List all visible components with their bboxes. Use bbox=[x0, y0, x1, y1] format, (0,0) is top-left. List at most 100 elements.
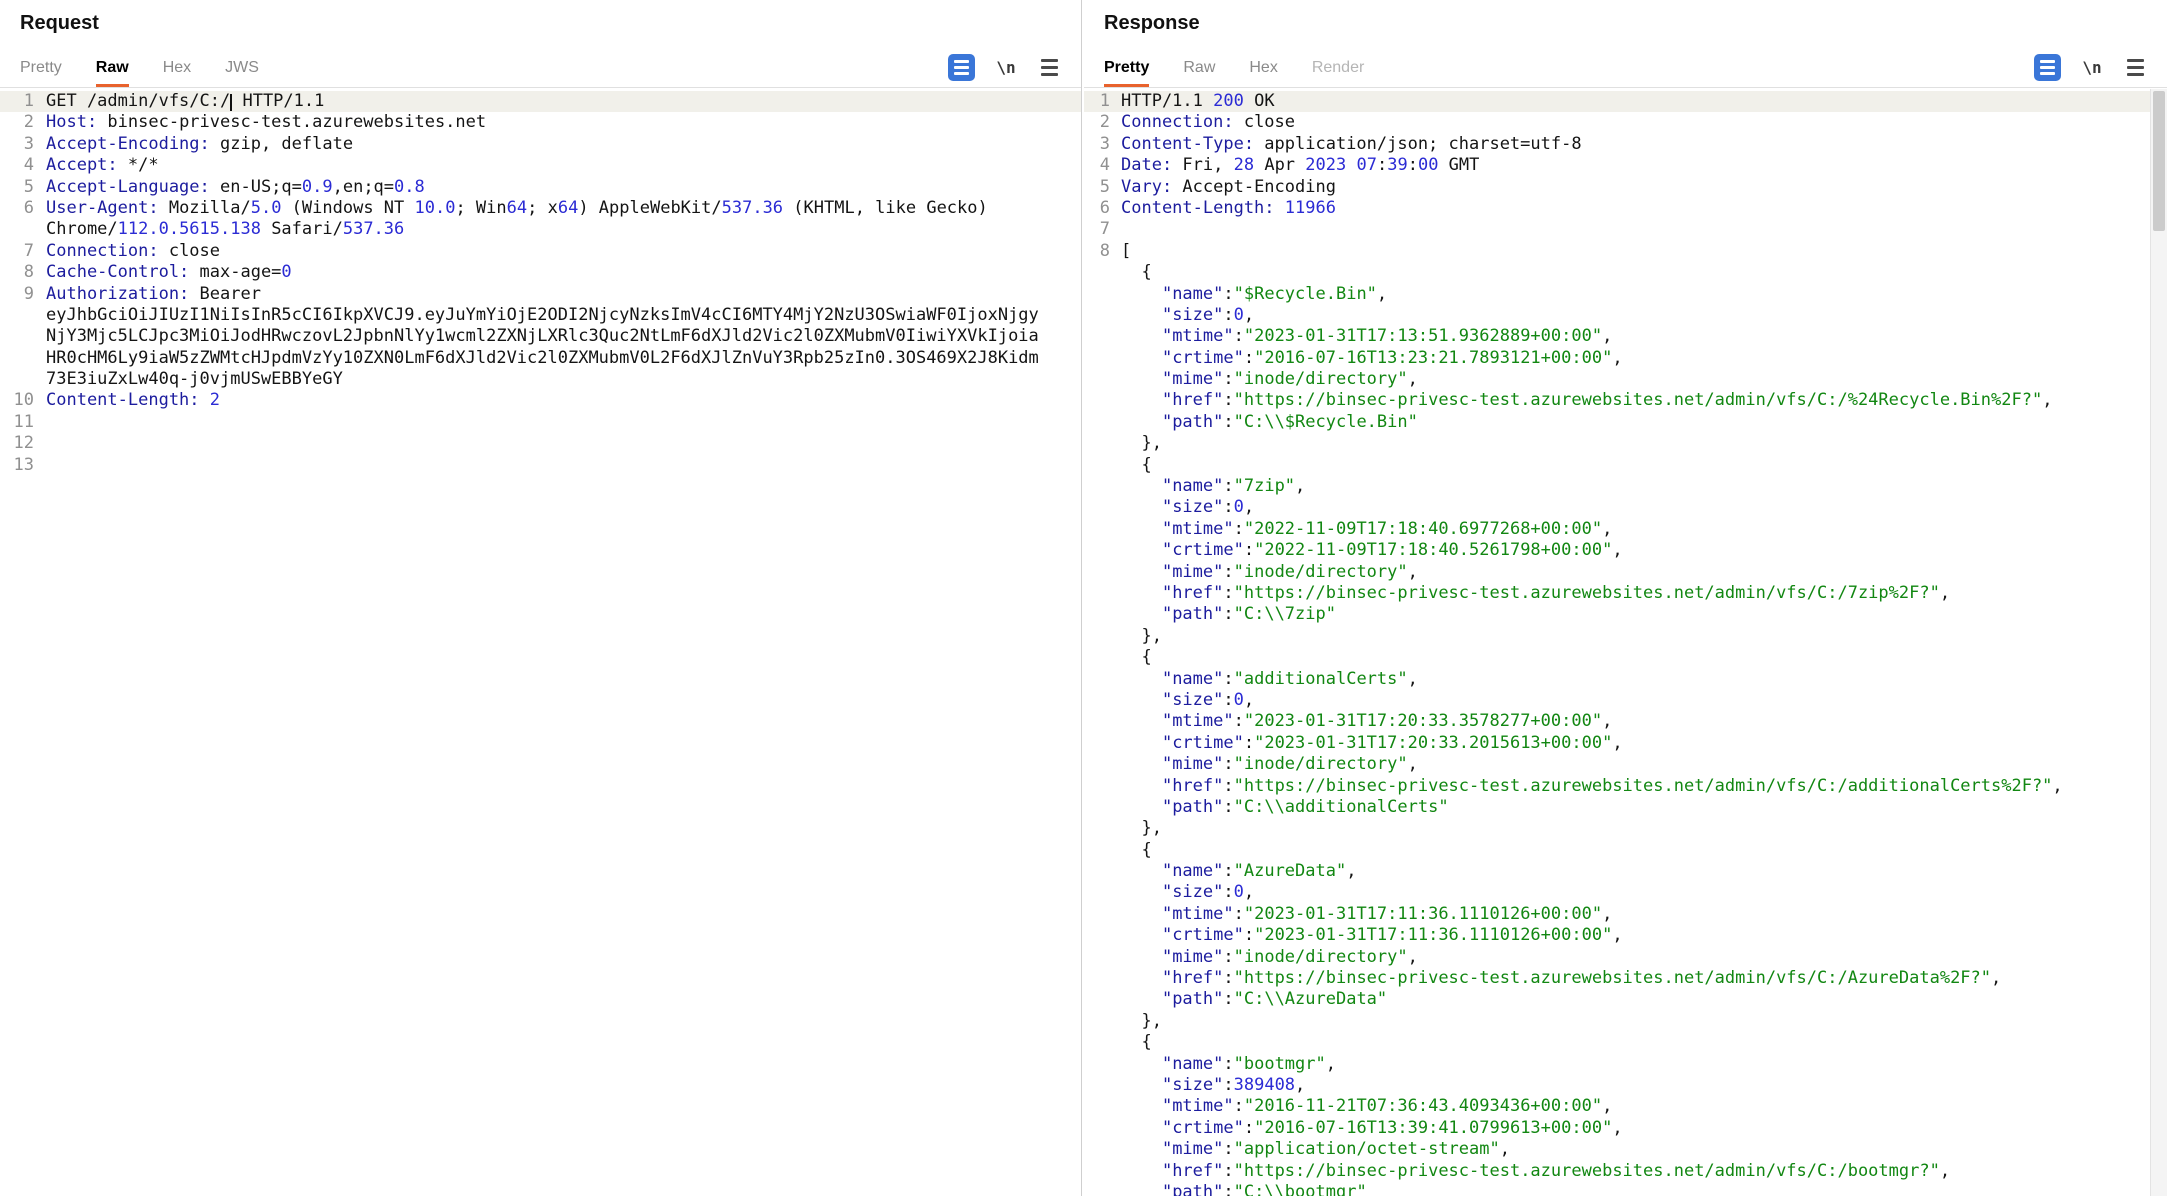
response-scrollbar-thumb[interactable] bbox=[2153, 91, 2165, 231]
code-segment: : bbox=[1233, 1096, 1244, 1117]
code-segment: HR0cHM6Ly9iaW5zZWMtcHJpdmVzYy10ZXN0LmF6d… bbox=[46, 347, 1039, 368]
code-segment: , bbox=[1602, 326, 1613, 347]
code-segment: "mime" bbox=[1161, 561, 1224, 582]
code-segment: 0 bbox=[1233, 882, 1244, 903]
code-segment: Accept: bbox=[46, 155, 118, 176]
code-line: eyJhbGciOiJIUzI1NiIsInR5cCI6IkpXVCJ9.eyJ… bbox=[0, 305, 1081, 326]
line-number: 4 bbox=[1099, 155, 1110, 176]
code-segment: "inode/directory" bbox=[1233, 561, 1408, 582]
code-segment: "https://binsec-privesc-test.azurewebsit… bbox=[1233, 390, 2043, 411]
line-content: Content-Length: 11966 bbox=[1121, 198, 1336, 219]
format-icon[interactable] bbox=[2034, 54, 2061, 81]
line-number bbox=[1084, 497, 1121, 518]
response-title: Response bbox=[1104, 12, 1200, 34]
code-segment: { bbox=[1141, 262, 1152, 283]
code-segment: "C:\\additionalCerts" bbox=[1233, 796, 1449, 817]
editor-menu-icon[interactable] bbox=[1037, 54, 1061, 81]
tab-render[interactable]: Render bbox=[1312, 48, 1364, 87]
response-scrollbar[interactable] bbox=[2150, 89, 2167, 1196]
line-number bbox=[1084, 348, 1121, 369]
code-segment: "inode/directory" bbox=[1233, 754, 1408, 775]
line-content: NjY3Mjc5LCJpc3MiOiJodHRwczovL2JpbnNlYy1w… bbox=[46, 326, 1039, 347]
code-segment: 5.0 bbox=[250, 197, 282, 218]
line-content: "mtime":"2023-01-31T17:20:33.3578277+00:… bbox=[1121, 711, 1612, 732]
code-line: "mtime":"2016-11-21T07:36:43.4093436+00:… bbox=[1084, 1096, 2150, 1117]
request-editor[interactable]: 1 GET /admin/vfs/C:/ HTTP/1.1 2 Host: binse… bbox=[0, 88, 1081, 1196]
code-segment: : bbox=[1223, 390, 1234, 411]
line-content: Accept-Encoding: gzip, deflate bbox=[46, 134, 353, 155]
code-segment: "https://binsec-privesc-test.azurewebsit… bbox=[1233, 1160, 1940, 1181]
code-segment: gzip, deflate bbox=[209, 133, 354, 154]
line-content: "href":"https://binsec-privesc-test.azur… bbox=[1121, 776, 2063, 797]
code-line: 11 bbox=[0, 412, 1081, 433]
code-line: "href":"https://binsec-privesc-test.azur… bbox=[1084, 776, 2150, 797]
line-content: "href":"https://binsec-privesc-test.azur… bbox=[1121, 390, 2052, 411]
code-segment: OK bbox=[1243, 91, 1275, 111]
code-segment: , bbox=[1612, 732, 1623, 753]
line-number: 1 bbox=[23, 91, 34, 111]
line-number bbox=[1084, 733, 1121, 754]
response-panel: Response Pretty Raw Hex Render \n 1 HTTP/1.1… bbox=[1084, 0, 2167, 1196]
line-number bbox=[1084, 968, 1121, 989]
code-line: { bbox=[1084, 840, 2150, 861]
code-segment: , bbox=[1243, 882, 1255, 903]
line-number: 3 bbox=[1099, 133, 1110, 154]
line-number bbox=[1084, 369, 1121, 390]
line-content: Connection: close bbox=[1121, 112, 1295, 133]
newline-toggle-icon[interactable]: \n bbox=[2077, 54, 2107, 81]
code-line: }, bbox=[1084, 1011, 2150, 1032]
editor-menu-icon[interactable] bbox=[2123, 54, 2147, 81]
tab-raw[interactable]: Raw bbox=[1183, 48, 1215, 87]
code-line: "path":"C:\\bootmgr" bbox=[1084, 1182, 2150, 1196]
code-segment: : bbox=[1243, 732, 1255, 753]
code-segment: : bbox=[1233, 518, 1244, 539]
line-content: 73E3iuZxLw40q-j0vjmUSwEBBYeGY bbox=[46, 369, 343, 390]
code-segment: : bbox=[1223, 668, 1234, 689]
tab-pretty[interactable]: Pretty bbox=[20, 48, 62, 87]
code-line: 7 bbox=[1084, 219, 2150, 240]
code-segment: 64 bbox=[506, 197, 528, 218]
code-line: "path":"C:\\additionalCerts" bbox=[1084, 797, 2150, 818]
code-segment: , bbox=[2042, 390, 2053, 411]
line-number: 12 bbox=[13, 433, 34, 454]
code-line: 7 Connection: close bbox=[0, 241, 1081, 262]
code-line: }, bbox=[1084, 818, 2150, 839]
code-line: "name":"7zip", bbox=[1084, 476, 2150, 497]
code-segment: 2023 bbox=[1305, 155, 1347, 176]
response-editor[interactable]: 1 HTTP/1.1 200 OK 2 Connection: close 3 Conte… bbox=[1084, 88, 2150, 1196]
line-number bbox=[1084, 604, 1121, 625]
tab-hex[interactable]: Hex bbox=[1249, 48, 1277, 87]
code-segment: }, bbox=[1141, 625, 1162, 646]
code-segment: "C:\\AzureData" bbox=[1233, 989, 1388, 1010]
code-segment: "href" bbox=[1161, 968, 1224, 989]
line-content: "mime":"inode/directory", bbox=[1121, 947, 1418, 968]
line-content: { bbox=[1121, 647, 1151, 668]
tab-raw[interactable]: Raw bbox=[95, 48, 129, 87]
tab-hex[interactable]: Hex bbox=[163, 48, 191, 87]
code-line: "href":"https://binsec-privesc-test.azur… bbox=[1084, 583, 2150, 604]
format-icon[interactable] bbox=[948, 54, 975, 81]
tab-jws[interactable]: JWS bbox=[225, 48, 259, 87]
code-segment: 28 bbox=[1233, 155, 1255, 176]
code-segment: "mtime" bbox=[1161, 1096, 1234, 1117]
code-segment: : bbox=[1376, 155, 1388, 176]
code-segment: , bbox=[1612, 1117, 1623, 1138]
code-segment: }, bbox=[1141, 1010, 1162, 1031]
newline-toggle-icon[interactable]: \n bbox=[991, 54, 1021, 81]
line-content: "mtime":"2016-11-21T07:36:43.4093436+00:… bbox=[1121, 1096, 1612, 1117]
tab-pretty[interactable]: Pretty bbox=[1104, 48, 1150, 87]
code-segment: User-Agent: bbox=[46, 197, 159, 218]
code-segment: : bbox=[1223, 689, 1234, 710]
line-number bbox=[1084, 818, 1121, 839]
